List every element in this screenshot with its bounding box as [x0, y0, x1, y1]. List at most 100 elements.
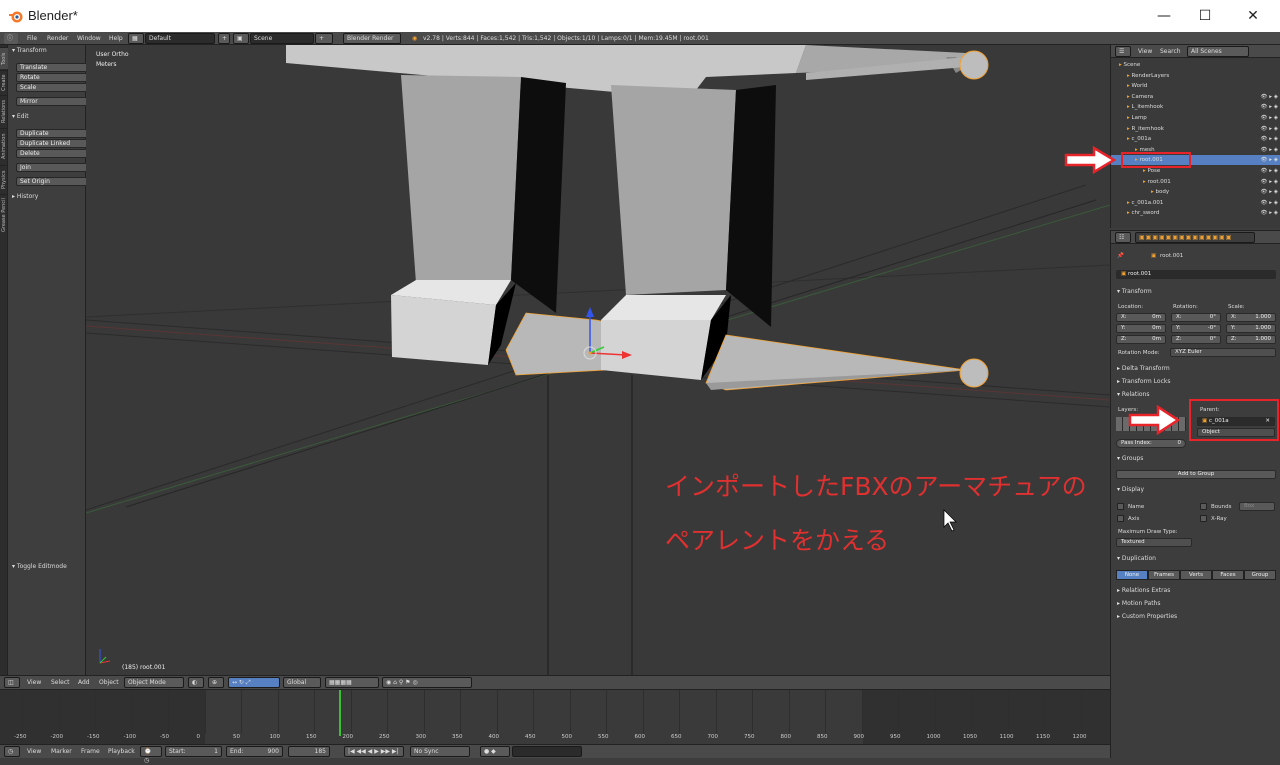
edit-panel-header[interactable]: ▾ Edit — [12, 113, 29, 120]
editor-type-icon[interactable]: ☰ — [1115, 46, 1131, 57]
bounds-checkbox[interactable] — [1200, 503, 1207, 510]
scale-x-field[interactable]: X: 1.000 — [1226, 313, 1276, 322]
outliner-row[interactable]: ▸ World — [1111, 81, 1280, 91]
duplication-verts-button[interactable]: Verts — [1180, 570, 1212, 580]
rotate-button[interactable]: Rotate — [16, 73, 89, 82]
set-origin-button[interactable]: Set Origin — [16, 177, 89, 186]
tab-animation[interactable]: Animation — [0, 128, 8, 164]
visibility-toggle-icons[interactable]: 👁 ▸ ◈ — [1261, 208, 1278, 218]
menu-playback[interactable]: Playback — [105, 746, 138, 757]
axis-checkbox[interactable] — [1117, 515, 1124, 522]
visibility-toggle-icons[interactable]: 👁 ▸ ◈ — [1261, 198, 1278, 208]
orientation-select[interactable]: Global — [283, 677, 321, 688]
scale-button[interactable]: Scale — [16, 83, 89, 92]
transform-panel-header[interactable]: ▾ Transform — [12, 47, 47, 54]
location-x-field[interactable]: X: 0m — [1116, 313, 1166, 322]
scale-z-field[interactable]: Z: 1.000 — [1226, 335, 1276, 344]
layout-add-icon[interactable]: + — [218, 33, 230, 44]
tab-grease-pencil[interactable]: Grease Pencil — [0, 194, 8, 236]
start-frame-field[interactable]: Start: 1 — [165, 746, 222, 757]
outliner-row[interactable]: ▸ Scene — [1111, 60, 1280, 70]
layout-select[interactable]: Default — [145, 33, 215, 44]
manipulator-icons[interactable]: ↔ ↻ ⤢ — [228, 677, 280, 688]
current-frame-marker[interactable] — [339, 690, 341, 736]
snap-tools[interactable]: ◉ ⌂ ⚲ ⚑ ◎ — [382, 677, 472, 688]
add-to-group-button[interactable]: Add to Group — [1116, 470, 1276, 479]
layout-icon[interactable]: ▦ — [128, 33, 144, 44]
layers-grid[interactable]: ▦▦▦▦ — [325, 677, 379, 688]
record-icons[interactable]: ● ◆ — [480, 746, 510, 757]
menu-object[interactable]: Object — [96, 677, 122, 688]
rotation-x-field[interactable]: X: 0° — [1171, 313, 1221, 322]
visibility-toggle-icons[interactable]: 👁 ▸ ◈ — [1261, 187, 1278, 197]
close-button[interactable]: ✕ — [1230, 0, 1276, 32]
3d-viewport[interactable]: User Ortho Meters (185) root.001 — [86, 45, 1110, 675]
menu-frame[interactable]: Frame — [78, 746, 103, 757]
outliner-row[interactable]: ▸ chr_sword 👁 ▸ ◈ — [1111, 208, 1280, 218]
rotation-z-field[interactable]: Z: 0° — [1171, 335, 1221, 344]
duplicate-linked-button[interactable]: Duplicate Linked — [16, 139, 89, 148]
tab-tools[interactable]: Tools — [0, 47, 8, 69]
visibility-toggle-icons[interactable]: 👁 ▸ ◈ — [1261, 134, 1278, 144]
outliner-row[interactable]: ▸ Camera 👁 ▸ ◈ — [1111, 92, 1280, 102]
menu-window[interactable]: Window — [74, 33, 104, 44]
mirror-button[interactable]: Mirror — [16, 97, 89, 106]
rotation-y-field[interactable]: Y: -0° — [1171, 324, 1221, 333]
duplication-group-button[interactable]: Group — [1244, 570, 1276, 580]
join-button[interactable]: Join — [16, 163, 89, 172]
playback-controls[interactable]: |◀ ◀◀ ◀ ▶ ▶▶ ▶| — [344, 746, 404, 757]
duplication-frames-button[interactable]: Frames — [1148, 570, 1180, 580]
editor-type-icon[interactable]: ◷ — [4, 746, 20, 757]
menu-add[interactable]: Add — [75, 677, 93, 688]
scale-y-field[interactable]: Y: 1.000 — [1226, 324, 1276, 333]
visibility-toggle-icons[interactable]: 👁 ▸ ◈ — [1261, 145, 1278, 155]
outliner-row[interactable]: ▸ c_001a 👁 ▸ ◈ — [1111, 134, 1280, 144]
delete-button[interactable]: Delete — [16, 149, 89, 158]
outliner-row[interactable]: ▸ body 👁 ▸ ◈ — [1111, 187, 1280, 197]
outliner-row[interactable]: ▸ L_itemhook 👁 ▸ ◈ — [1111, 102, 1280, 112]
location-y-field[interactable]: Y: 0m — [1116, 324, 1166, 333]
visibility-toggle-icons[interactable]: 👁 ▸ ◈ — [1261, 102, 1278, 112]
menu-select[interactable]: Select — [48, 677, 73, 688]
outliner-row[interactable]: ▸ c_001a.001 👁 ▸ ◈ — [1111, 198, 1280, 208]
visibility-toggle-icons[interactable]: 👁 ▸ ◈ — [1261, 113, 1278, 123]
timeline[interactable]: -250 -200 -150 -100 -50 0 50 100 150 200 250 300 350… — [0, 690, 1110, 744]
tab-physics[interactable]: Physics — [0, 165, 8, 193]
menu-view[interactable]: View — [24, 677, 44, 688]
duplication-none-button[interactable]: None — [1116, 570, 1148, 580]
context-tabs[interactable]: ▣▣▣▣▣▣▣▣▣▣▣▣▣▣ — [1135, 232, 1255, 243]
toggle-editmode-header[interactable]: ▾ Toggle Editmode — [12, 563, 67, 570]
current-frame-field[interactable]: 185 — [288, 746, 330, 757]
groups-header[interactable]: ▾ Groups — [1117, 455, 1143, 462]
tab-relations[interactable]: Relations — [0, 95, 8, 127]
duplication-header[interactable]: ▾ Duplication — [1117, 555, 1156, 562]
editor-type-icon[interactable]: ⓘ — [4, 33, 18, 44]
object-name-field[interactable]: ▣ root.001 — [1116, 270, 1276, 279]
menu-search[interactable]: Search — [1157, 46, 1184, 57]
range-icons[interactable]: ⌚ ◷ — [140, 746, 162, 764]
delta-transform-header[interactable]: ▸ Delta Transform — [1117, 365, 1170, 372]
scene-icon[interactable]: ▣ — [233, 33, 249, 44]
display-header[interactable]: ▾ Display — [1117, 486, 1144, 493]
menu-view[interactable]: View — [1135, 46, 1155, 57]
translate-button[interactable]: Translate — [16, 63, 89, 72]
motion-paths-header[interactable]: ▸ Motion Paths — [1117, 600, 1160, 607]
custom-properties-header[interactable]: ▸ Custom Properties — [1117, 613, 1177, 620]
transform-section-header[interactable]: ▾ Transform — [1117, 288, 1152, 295]
xray-checkbox[interactable] — [1200, 515, 1207, 522]
location-z-field[interactable]: Z: 0m — [1116, 335, 1166, 344]
scene-select[interactable]: Scene — [250, 33, 314, 44]
history-panel-header[interactable]: ▸ History — [12, 193, 38, 200]
keying-set-field[interactable] — [512, 746, 582, 757]
relations-header[interactable]: ▾ Relations — [1117, 391, 1149, 398]
visibility-toggle-icons[interactable]: 👁 ▸ ◈ — [1261, 124, 1278, 134]
name-checkbox[interactable] — [1117, 503, 1124, 510]
display-mode-select[interactable]: All Scenes — [1187, 46, 1249, 57]
menu-help[interactable]: Help — [106, 33, 126, 44]
outliner-row[interactable]: ▸ RenderLayers — [1111, 71, 1280, 81]
tab-create[interactable]: Create — [0, 70, 8, 94]
menu-view[interactable]: View — [24, 746, 44, 757]
editor-type-icon[interactable]: ☷ — [1115, 232, 1131, 243]
duplication-faces-button[interactable]: Faces — [1212, 570, 1244, 580]
visibility-toggle-icons[interactable]: 👁 ▸ ◈ — [1261, 155, 1278, 165]
